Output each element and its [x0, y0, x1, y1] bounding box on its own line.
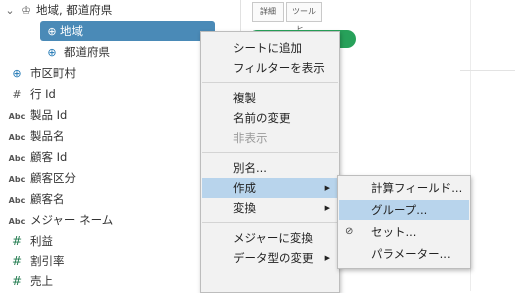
data-field-label: 都道府県 [64, 45, 110, 59]
context-menu: シートに追加 フィルターを表示 複製 名前の変更 非表示 別名... 作成 ▶ 変… [200, 31, 340, 293]
detail-shelf-button[interactable]: 詳細 [252, 2, 284, 22]
menu-item-create[interactable]: 作成 ▶ [202, 178, 338, 198]
data-field-label: 売上 [30, 274, 53, 288]
menu-item-label: フィルターを表示 [233, 61, 325, 75]
menu-item-convert-to-measure[interactable]: メジャーに変換 [202, 228, 338, 248]
data-field-label: 顧客 Id [30, 150, 68, 164]
menu-item-label: データ型の変更 [233, 251, 314, 265]
data-field-label: 行 Id [30, 87, 56, 101]
data-field-hierarchy[interactable]: ⌄ ♔ 地域, 都道府県 [4, 0, 112, 20]
menu-item-transform[interactable]: 変換 ▶ [202, 198, 338, 218]
data-field-label: 割引率 [30, 254, 65, 268]
data-field-product-name[interactable]: Abc 製品名 [4, 126, 65, 146]
menu-item-hide: 非表示 [202, 128, 338, 148]
submenu-item-label: 計算フィールド... [371, 181, 463, 195]
data-field-label: 製品 Id [30, 108, 68, 122]
string-icon: Abc [8, 112, 26, 121]
set-icon: ⊘ [345, 226, 354, 237]
menu-item-duplicate[interactable]: 複製 [202, 88, 338, 108]
data-field-prefecture[interactable]: ⊕ 都道府県 [40, 42, 110, 62]
menu-separator [202, 222, 338, 223]
data-field-customer-id[interactable]: Abc 顧客 Id [4, 147, 68, 167]
menu-separator [202, 152, 338, 153]
data-field-region[interactable]: ⊕ 地域 [40, 21, 215, 41]
menu-item-show-filter[interactable]: フィルターを表示 [202, 58, 338, 78]
data-field-discount[interactable]: # 割引率 [4, 251, 65, 271]
data-field-label: 市区町村 [30, 66, 76, 80]
create-submenu: 計算フィールド... グループ... ⊘ セット... パラメーター... [337, 175, 471, 269]
hierarchy-icon: ♔ [21, 4, 31, 17]
string-icon: Abc [8, 133, 26, 142]
data-field-label: 製品名 [30, 129, 65, 143]
submenu-arrow-icon: ▶ [324, 184, 330, 192]
data-field-label: 地域 [60, 24, 83, 38]
canvas-line [460, 70, 515, 71]
submenu-item-label: パラメーター... [371, 247, 451, 261]
globe-icon: ⊕ [47, 25, 57, 38]
data-field-label: 顧客名 [30, 192, 65, 206]
data-field-sales[interactable]: # 売上 [4, 271, 53, 291]
submenu-arrow-icon: ▶ [324, 254, 330, 262]
menu-item-label: シートに追加 [233, 41, 302, 55]
data-field-customer-name[interactable]: Abc 顧客名 [4, 189, 65, 209]
data-field-profit[interactable]: # 利益 [4, 231, 53, 251]
number-icon: # [12, 88, 22, 101]
detail-label: 詳細 [260, 7, 276, 16]
menu-item-label: 別名... [233, 161, 267, 175]
number-icon: # [11, 254, 23, 268]
menu-item-label: 複製 [233, 91, 256, 105]
menu-item-rename[interactable]: 名前の変更 [202, 108, 338, 128]
submenu-item-parameter[interactable]: パラメーター... [339, 244, 469, 264]
tooltip-shelf-button[interactable]: ツールヒ… [286, 2, 322, 34]
data-field-label: メジャー ネーム [30, 213, 114, 227]
globe-icon: ⊕ [47, 46, 57, 59]
string-icon: Abc [8, 196, 26, 205]
menu-separator [202, 82, 338, 83]
submenu-item-set[interactable]: ⊘ セット... [339, 222, 469, 242]
menu-item-alias[interactable]: 別名... [202, 158, 338, 178]
number-icon: # [11, 274, 23, 288]
data-field-row-id[interactable]: # 行 Id [4, 84, 56, 104]
data-field-label: 顧客区分 [30, 171, 76, 185]
number-icon: # [11, 234, 23, 248]
data-field-product-id[interactable]: Abc 製品 Id [4, 105, 68, 125]
submenu-item-calculated-field[interactable]: 計算フィールド... [339, 178, 469, 198]
string-icon: Abc [8, 175, 26, 184]
globe-link-icon: ⊕ [12, 67, 22, 80]
submenu-item-label: セット... [371, 225, 417, 239]
string-icon: Abc [8, 217, 26, 226]
menu-item-change-data-type[interactable]: データ型の変更 ▶ [202, 248, 338, 268]
menu-item-add-to-sheet[interactable]: シートに追加 [202, 38, 338, 58]
menu-item-label: 名前の変更 [233, 111, 291, 125]
string-icon: Abc [8, 154, 26, 163]
collapse-chevron-icon[interactable]: ⌄ [4, 1, 16, 21]
data-field-customer-segment[interactable]: Abc 顧客区分 [4, 168, 76, 188]
data-field-label: 利益 [30, 234, 53, 248]
data-field-city[interactable]: ⊕ 市区町村 [4, 63, 76, 83]
data-field-measure-names[interactable]: Abc メジャー ネーム [4, 210, 114, 230]
submenu-arrow-icon: ▶ [324, 204, 330, 212]
data-field-label: 地域, 都道府県 [36, 3, 113, 17]
submenu-item-label: グループ... [371, 203, 428, 217]
submenu-item-group[interactable]: グループ... [339, 200, 469, 220]
menu-item-label: 非表示 [233, 131, 268, 145]
menu-item-label: 作成 [233, 181, 256, 195]
menu-item-label: メジャーに変換 [233, 231, 313, 245]
menu-item-label: 変換 [233, 201, 256, 215]
